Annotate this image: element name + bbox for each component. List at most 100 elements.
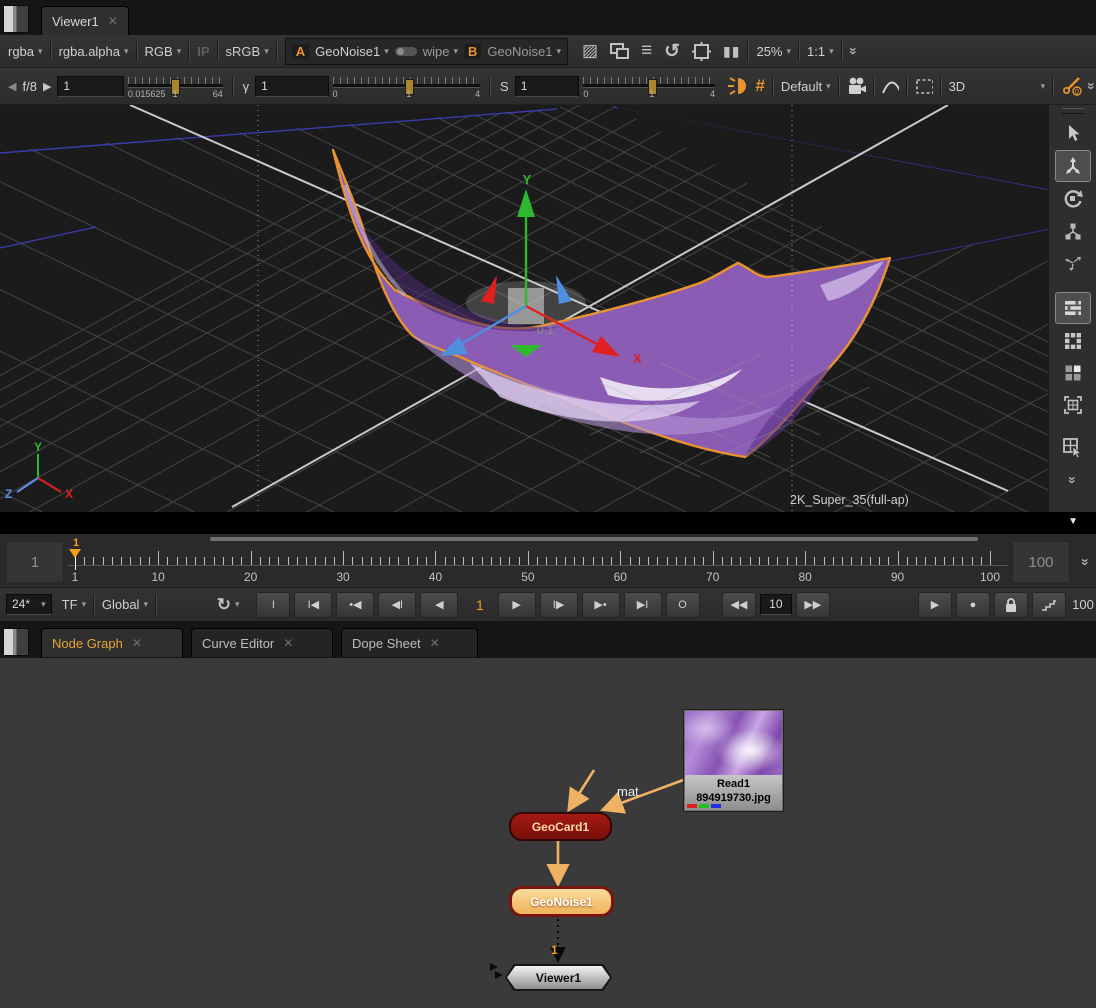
tab-curve-editor[interactable]: Curve Editor ✕	[191, 628, 333, 657]
node-geonoise1[interactable]: GeoNoise1	[509, 886, 614, 917]
frame-selected-icon[interactable]	[1056, 390, 1090, 420]
downrez-icon[interactable]	[610, 43, 629, 59]
timeline-overflow-icon[interactable]: »	[1078, 558, 1094, 566]
current-frame-display[interactable]: 1	[462, 597, 497, 613]
range-end-box[interactable]: 100	[1012, 541, 1070, 583]
toolbar-overflow-icon[interactable]: »	[846, 47, 862, 55]
display-channel-dropdown[interactable]: RGB▾	[145, 44, 182, 59]
increment-button[interactable]: ▶▶	[796, 592, 830, 618]
fstop-down-icon[interactable]: ◀	[8, 80, 16, 93]
color-sampler-icon[interactable]: 0	[1061, 75, 1082, 97]
gamma-slider[interactable]: 0 1 4	[333, 75, 481, 97]
roi-icon[interactable]	[692, 42, 711, 61]
b-buffer-label[interactable]: B	[464, 44, 481, 59]
caret-icon: ▾	[124, 46, 129, 57]
fps-dropdown[interactable]: 24*▾	[6, 594, 52, 615]
viewer-preset-dropdown[interactable]: Default▾	[781, 79, 831, 94]
fstop-up-icon[interactable]: ▶	[43, 80, 51, 93]
multiview-layout-icon[interactable]	[1055, 292, 1091, 324]
tab-viewer1[interactable]: Viewer1 ✕	[41, 6, 129, 35]
gamma-input[interactable]: 1	[255, 76, 328, 97]
lut-curve-icon[interactable]	[882, 77, 900, 95]
info-bar-menu-icon[interactable]: ▼	[1068, 516, 1078, 527]
colorspace-dropdown[interactable]: sRGB▾	[226, 44, 269, 59]
pane-layout-icon[interactable]	[3, 628, 29, 656]
pick-layout-icon[interactable]	[1056, 432, 1090, 462]
sync-range-button[interactable]	[1032, 592, 1066, 618]
saturation-input[interactable]: 1	[515, 76, 580, 97]
close-icon[interactable]: ✕	[132, 636, 142, 650]
goto-start-button[interactable]: I◀	[294, 592, 332, 618]
loop-mode-icon[interactable]: ↻▾	[217, 595, 240, 615]
tab-node-graph-label: Node Graph	[52, 636, 123, 651]
caret-icon: ▾	[38, 46, 43, 57]
close-icon[interactable]: ✕	[430, 636, 440, 650]
range-mode-dropdown[interactable]: Global▾	[102, 597, 148, 612]
step-forward-button[interactable]: I▶	[540, 592, 578, 618]
ruler-tick	[288, 557, 289, 565]
tab-dope-sheet[interactable]: Dope Sheet ✕	[341, 628, 478, 657]
edge-dangling-input[interactable]	[570, 770, 594, 808]
ab-compare-group: A GeoNoise1▾ wipe▾ B GeoNoise1▾	[285, 38, 568, 65]
scale-tool-icon[interactable]	[1056, 216, 1090, 246]
translate-tool-icon[interactable]	[1055, 150, 1091, 182]
tf-dropdown[interactable]: TF▾	[62, 597, 86, 612]
camera-icon[interactable]	[847, 77, 866, 95]
toolbar2-overflow-icon[interactable]: »	[1084, 82, 1096, 90]
next-keyframe-button[interactable]: ▶•	[582, 592, 620, 618]
flipbook-button[interactable]: ▶	[918, 592, 952, 618]
record-button[interactable]: ●	[956, 592, 990, 618]
prev-keyframe-button[interactable]: •◀	[336, 592, 374, 618]
close-icon[interactable]: ✕	[108, 14, 118, 28]
a-input-dropdown[interactable]: GeoNoise1▾	[315, 44, 389, 59]
goto-end-button[interactable]: ▶I	[624, 592, 662, 618]
decrement-button[interactable]: ◀◀	[722, 592, 756, 618]
quad-view-icon[interactable]	[1056, 358, 1090, 388]
play-forward-button[interactable]: ▶	[498, 592, 536, 618]
skew-tool-icon[interactable]	[1056, 248, 1090, 278]
node-graph-canvas[interactable]: mat 1 Read1 894919730.jpg GeoCard1 GeoNo…	[0, 658, 1096, 1008]
close-icon[interactable]: ✕	[283, 636, 293, 650]
view-mode-dropdown[interactable]: 3D▾	[949, 79, 1046, 94]
out-point-button[interactable]: O	[666, 592, 700, 618]
play-backward-button[interactable]: ◀	[420, 592, 458, 618]
roi-select-icon[interactable]	[915, 78, 933, 95]
a-buffer-label[interactable]: A	[292, 44, 309, 59]
frame-increment-input[interactable]: 10	[760, 594, 792, 615]
tab-node-graph[interactable]: Node Graph ✕	[41, 628, 183, 657]
node-read1[interactable]: Read1 894919730.jpg	[684, 710, 783, 811]
layer-dropdown[interactable]: rgba.alpha▾	[59, 44, 129, 59]
viewer-3d-scene[interactable]: Y X 0.1 Y X Z 2K_Super_35(full-ap)	[0, 105, 1048, 512]
step-back-button[interactable]: ◀I	[378, 592, 416, 618]
gain-slider[interactable]: 0.015625 1 64	[128, 75, 223, 97]
channels-dropdown[interactable]: rgba▾	[8, 44, 43, 59]
rotate-tool-icon[interactable]	[1056, 184, 1090, 214]
select-tool-icon[interactable]	[1056, 118, 1090, 148]
viewer-input-arrow-icon	[490, 963, 498, 971]
wipe-toggle[interactable]	[395, 47, 417, 56]
scanline-icon[interactable]: ≡	[641, 40, 652, 62]
lock-range-button[interactable]	[994, 592, 1028, 618]
node-geocard1[interactable]: GeoCard1	[509, 812, 612, 841]
input-process-toggle[interactable]: IP	[197, 44, 209, 59]
pane-layout-icon[interactable]	[3, 5, 29, 33]
pause-icon[interactable]: ▮▮	[723, 43, 740, 60]
headlamp-light-icon[interactable]	[727, 76, 746, 96]
range-start-box[interactable]: 1	[6, 541, 64, 583]
toolbar-handle[interactable]	[1062, 108, 1084, 114]
timeline-ruler[interactable]: 1102030405060708090100 1	[68, 534, 1008, 588]
playhead[interactable]: 1	[68, 539, 88, 583]
pixel-aspect-dropdown[interactable]: 1:1▾	[807, 44, 834, 59]
gain-input[interactable]: 1	[57, 76, 123, 97]
b-input-dropdown[interactable]: GeoNoise1▾	[487, 44, 561, 59]
side-toolbar-overflow-icon[interactable]: »	[1064, 476, 1080, 484]
wipe-mode-dropdown[interactable]: wipe▾	[423, 44, 458, 59]
refresh-icon[interactable]: ↺	[664, 40, 680, 63]
resize-handles-icon[interactable]	[1056, 326, 1090, 356]
wireframe-grid-icon[interactable]: #	[756, 76, 765, 96]
saturation-slider[interactable]: 0 1 4	[583, 75, 715, 97]
zoom-level-dropdown[interactable]: 25%▾	[756, 44, 791, 59]
in-point-button[interactable]: I	[256, 592, 290, 618]
node-viewer1[interactable]: Viewer1	[505, 964, 612, 991]
proxy-toggle-icon[interactable]: ▨	[582, 41, 598, 61]
